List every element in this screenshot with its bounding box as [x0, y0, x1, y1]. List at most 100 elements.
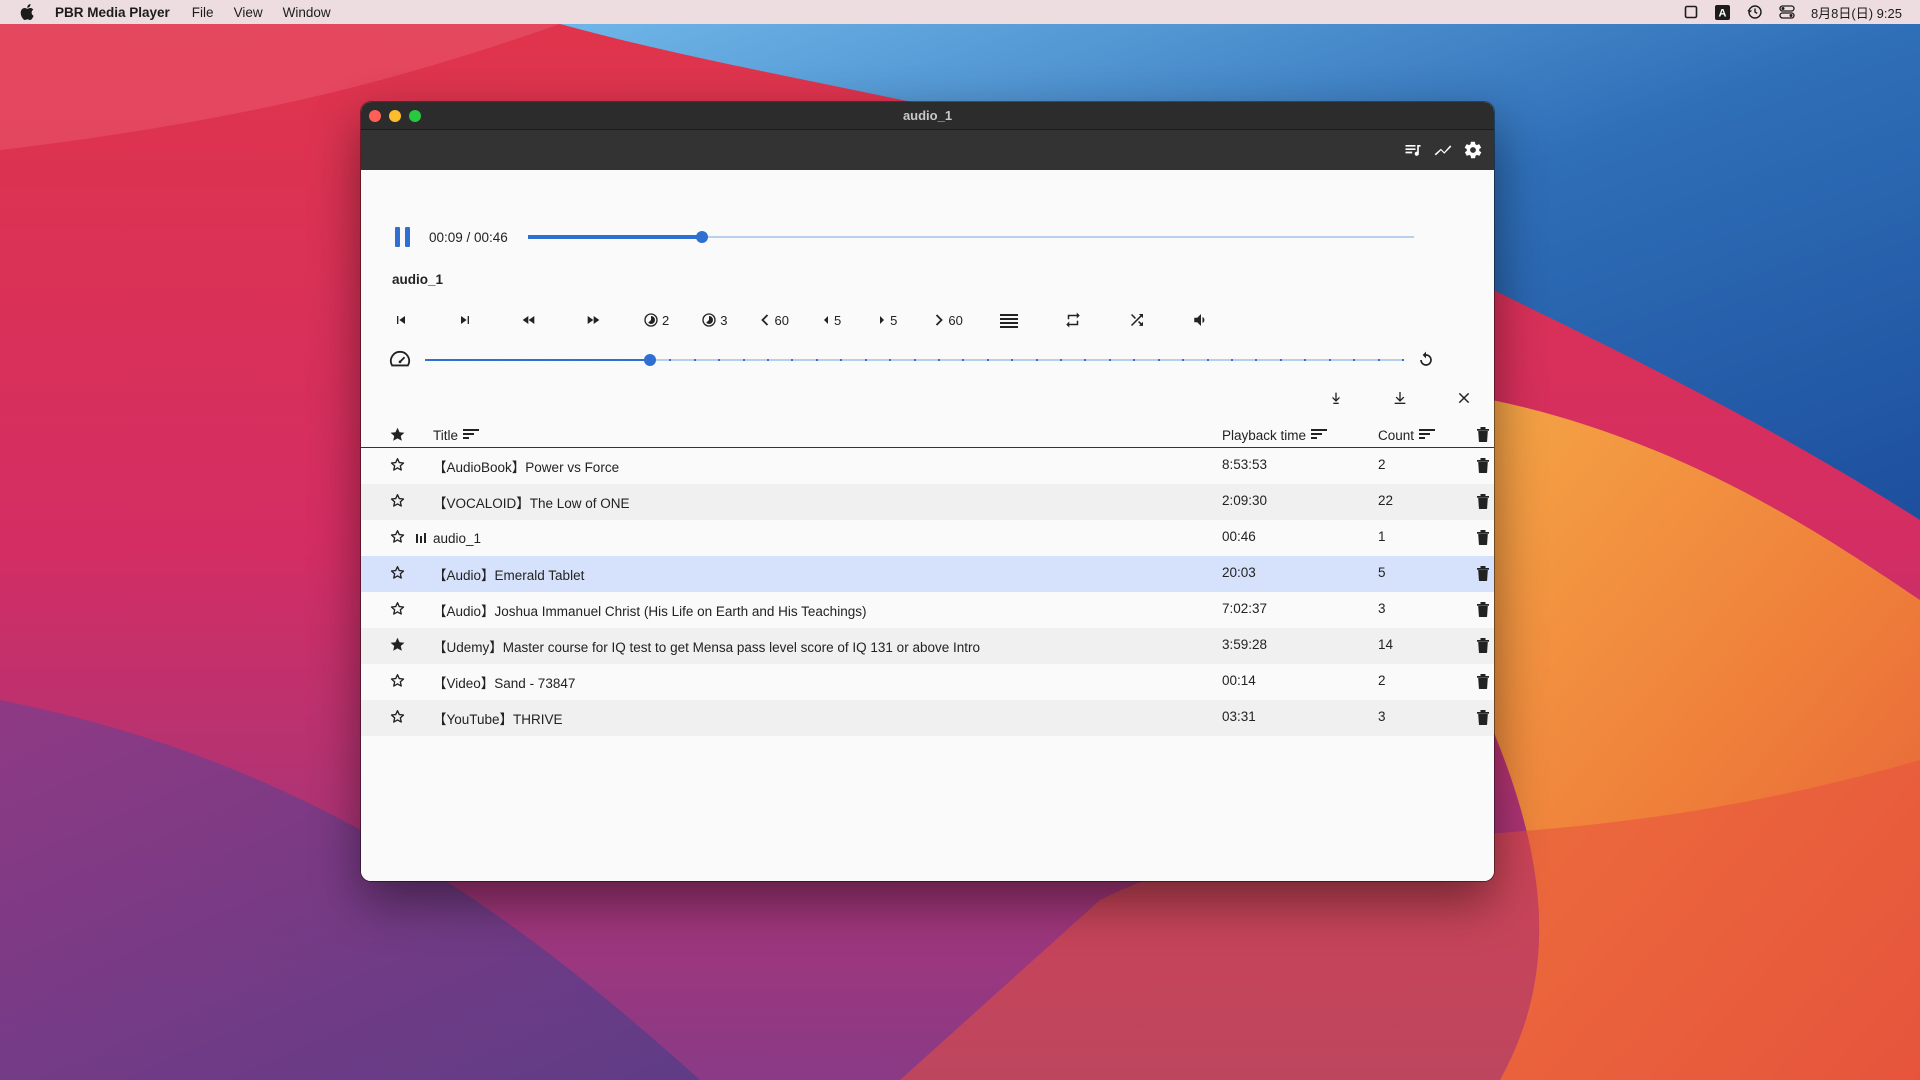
menu-bar: PBR Media Player File View Window A 8月8日…	[0, 0, 1920, 24]
view-menu[interactable]: View	[234, 5, 263, 20]
star-outline-icon	[389, 672, 406, 692]
speed-tick	[1182, 359, 1185, 361]
speed-tick	[1157, 359, 1160, 361]
now-playing-title: audio_1	[392, 272, 444, 287]
playlist-icon[interactable]	[1402, 139, 1424, 161]
table-row[interactable]: 【VOCALOID】The Low of ONE 2:09:30 22	[361, 484, 1494, 520]
table-row[interactable]: 【Audio】Joshua Immanuel Christ (His Life …	[361, 592, 1494, 628]
table-row[interactable]: 【AudioBook】Power vs Force 8:53:53 2	[361, 448, 1494, 484]
menubar-clock[interactable]: 8月8日(日) 9:25	[1811, 3, 1902, 22]
speed-tick	[571, 359, 574, 361]
row-count: 14	[1378, 637, 1394, 652]
rewind-button[interactable]	[517, 308, 541, 332]
favorite-toggle[interactable]	[361, 708, 433, 728]
next-track-button[interactable]	[453, 308, 477, 332]
favorite-toggle[interactable]	[361, 636, 433, 656]
table-row[interactable]: 【Video】Sand - 73847 00:14 2	[361, 664, 1494, 700]
row-playback-time: 00:14	[1222, 673, 1256, 688]
favorite-toggle[interactable]	[361, 672, 433, 692]
row-title: 【YouTube】THRIVE	[433, 712, 563, 727]
statistics-icon[interactable]	[1432, 139, 1454, 161]
seek-slider-thumb[interactable]	[695, 231, 708, 243]
row-playback-time: 8:53:53	[1222, 457, 1268, 472]
speed-tick	[669, 359, 672, 361]
seek-slider[interactable]	[527, 227, 1414, 247]
favorite-column-header[interactable]	[361, 426, 433, 446]
table-row[interactable]: 【Audio】Emerald Tablet 20:03 5	[361, 556, 1494, 592]
back-5-label: 5	[833, 312, 842, 328]
shuffle-button[interactable]	[1125, 308, 1149, 332]
speed-tick	[425, 359, 427, 361]
playback-time-column-header[interactable]: Playback time	[1222, 428, 1378, 443]
control-center-icon[interactable]	[1779, 4, 1795, 20]
loop-2-button[interactable]: 2	[643, 308, 669, 332]
speed-tick	[1108, 359, 1111, 361]
time-machine-icon[interactable]	[1747, 4, 1763, 20]
loop-3-button[interactable]: 3	[701, 308, 727, 332]
window-menu[interactable]: Window	[283, 5, 331, 20]
previous-track-button[interactable]	[389, 308, 413, 332]
favorite-toggle[interactable]	[361, 564, 433, 584]
row-delete-button[interactable]	[1472, 709, 1494, 728]
speed-tick	[473, 359, 476, 361]
table-row[interactable]: 【Udemy】Master course for IQ test to get …	[361, 628, 1494, 664]
row-delete-button[interactable]	[1472, 457, 1494, 476]
import-button[interactable]	[1324, 388, 1348, 412]
title-column-header[interactable]: Title	[433, 428, 1222, 443]
back-60-button[interactable]: 60	[759, 308, 789, 332]
speed-tick	[449, 359, 452, 361]
favorite-toggle[interactable]	[361, 492, 433, 512]
back-5-button[interactable]: 5	[821, 308, 841, 332]
speed-tick	[815, 359, 818, 361]
row-delete-button[interactable]	[1472, 601, 1494, 620]
input-source-icon[interactable]: A	[1715, 4, 1731, 20]
playback-time-header-label: Playback time	[1222, 428, 1307, 443]
pause-button[interactable]	[391, 225, 415, 249]
count-column-header[interactable]: Count	[1378, 428, 1472, 443]
file-menu[interactable]: File	[192, 5, 214, 20]
reset-speed-icon[interactable]	[1416, 350, 1436, 370]
apple-menu-icon[interactable]	[19, 2, 39, 22]
repeat-button[interactable]	[1061, 308, 1085, 332]
table-row[interactable]: 【YouTube】THRIVE 03:31 3	[361, 700, 1494, 736]
back-60-label: 60	[774, 312, 789, 328]
row-delete-button[interactable]	[1472, 637, 1494, 656]
row-delete-button[interactable]	[1472, 565, 1494, 584]
playback-speed-slider[interactable]	[425, 350, 1404, 370]
table-row[interactable]: audio_1 00:46 1	[361, 520, 1494, 556]
star-outline-icon	[389, 456, 406, 476]
star-outline-icon	[389, 492, 406, 512]
row-playback-time: 3:59:28	[1222, 637, 1268, 652]
app-name-menu[interactable]: PBR Media Player	[55, 5, 170, 20]
speed-tick	[1084, 359, 1087, 361]
forward-5-button[interactable]: 5	[877, 308, 897, 332]
fast-forward-button[interactable]	[581, 308, 605, 332]
repeat-icon	[1064, 311, 1082, 329]
favorite-toggle[interactable]	[361, 600, 433, 620]
trash-icon	[1476, 601, 1490, 620]
delete-all-button[interactable]	[1472, 426, 1494, 445]
row-delete-button[interactable]	[1472, 529, 1494, 548]
row-title: 【Udemy】Master course for IQ test to get …	[433, 640, 980, 655]
favorite-toggle[interactable]	[361, 456, 433, 476]
media-table: Title Playback time Count 【AudioBook】Pow…	[361, 424, 1494, 736]
forward-60-button[interactable]: 60	[933, 308, 963, 332]
download-button[interactable]	[1388, 388, 1412, 412]
clear-button[interactable]	[1452, 388, 1476, 412]
speed-tick	[498, 359, 501, 361]
speed-icon[interactable]	[389, 350, 411, 370]
playlist-view-button[interactable]	[997, 308, 1021, 332]
speed-tick	[742, 359, 745, 361]
screen-icon[interactable]	[1683, 4, 1699, 20]
caret-right-icon	[877, 314, 887, 326]
window-title: audio_1	[902, 108, 953, 123]
skip-next-icon	[457, 312, 473, 328]
speed-tick	[1255, 359, 1258, 361]
settings-gear-icon[interactable]	[1462, 139, 1484, 161]
row-delete-button[interactable]	[1472, 673, 1494, 692]
volume-button[interactable]	[1189, 308, 1213, 332]
timelapse-icon	[701, 312, 717, 328]
volume-icon	[1192, 311, 1210, 329]
list-icon	[999, 312, 1018, 328]
row-delete-button[interactable]	[1472, 493, 1494, 512]
